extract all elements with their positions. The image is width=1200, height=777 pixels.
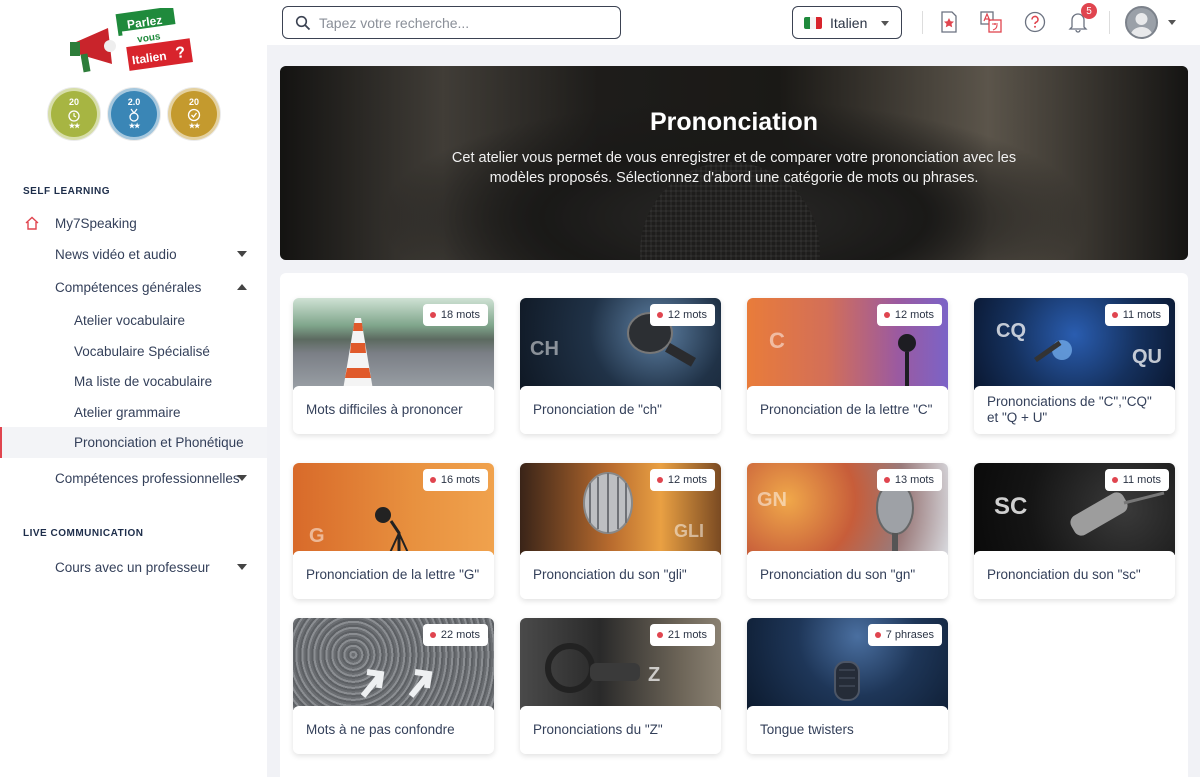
category-card[interactable]: C 12 mots Prononciation de la lettre "C" [747,298,948,434]
category-card[interactable]: 7 phrases Tongue twisters [747,618,948,754]
section-title-self-learning: SELF LEARNING [23,186,111,197]
chevron-down-icon[interactable] [237,564,247,570]
category-card[interactable]: Z 21 mots Prononciations du "Z" [520,618,721,754]
sidebar-subitem-prononciation[interactable]: Prononciation et Phonétique [0,427,267,458]
card-title: Prononciation de la lettre "C" [747,386,948,434]
sidebar-item-label: Prononciation et Phonétique [74,435,244,450]
word-count-badge: 12 mots [649,304,715,326]
badge-stars: ★★ [128,123,141,130]
category-card[interactable]: 18 mots Mots difficiles à prononcer [293,298,494,434]
card-title: Mots à ne pas confondre [293,706,494,754]
section-title-live-communication: LIVE COMMUNICATION [23,528,144,539]
sidebar-subitem-atelier-grammaire[interactable]: Atelier grammaire [0,397,267,427]
chevron-down-icon[interactable] [237,251,247,257]
badge-stars: ★★ [68,123,81,130]
chevron-down-icon[interactable] [237,475,247,481]
language-select[interactable]: Italien [792,6,902,39]
sidebar-subitem-vocabulaire-specialise[interactable]: Vocabulaire Spécialisé [0,336,267,366]
word-count-badge: 18 mots [422,304,488,326]
sidebar-item-label: My7Speaking [55,215,137,231]
sidebar-item-news[interactable]: News vidéo et audio [0,239,267,269]
sidebar-subitem-atelier-vocabulaire[interactable]: Atelier vocabulaire [0,305,267,335]
word-count-badge: 7 phrases [867,624,942,646]
word-count-badge: 12 mots [649,469,715,491]
word-count-badge: 22 mots [422,624,488,646]
sidebar-item-my7speaking[interactable]: My7Speaking [0,208,267,238]
achievement-badge-3[interactable]: 20 ★★ [168,88,220,140]
achievement-badge-2[interactable]: 2.0 ★★ [108,88,160,140]
word-count-badge: 13 mots [876,469,942,491]
category-card[interactable]: 22 mots Mots à ne pas confondre [293,618,494,754]
card-title: Prononciation du son "sc" [974,551,1175,599]
search-icon [295,15,311,30]
help-button[interactable] [1024,11,1046,33]
card-title: Prononciation de "ch" [520,386,721,434]
avatar[interactable] [1125,6,1158,39]
translate-button[interactable] [980,11,1002,33]
parlez-vous-italien-logo[interactable]: Parlez vous Italien ? [68,8,200,82]
sidebar-item-cours-professeur[interactable]: Cours avec un professeur [0,552,267,582]
card-title: Prononciation de la lettre "G" [293,551,494,599]
word-count-badge: 21 mots [649,624,715,646]
search-box[interactable] [282,6,621,39]
badge-number: 20 [68,97,79,107]
card-title: Prononciation du son "gli" [520,551,721,599]
card-title: Mots difficiles à prononcer [293,386,494,434]
help-icon [1024,11,1046,33]
card-title: Prononciation du son "gn" [747,551,948,599]
language-label: Italien [830,14,868,31]
category-grid: 18 mots Mots difficiles à prononcer CH 1… [280,273,1188,777]
sidebar-item-label: Compétences générales [55,279,202,295]
category-card[interactable]: CQ QU 11 mots Prononciations de "C","CQ"… [974,298,1175,434]
word-count-badge: 11 mots [1104,304,1169,326]
sidebar-item-label: Ma liste de vocabulaire [74,373,213,389]
category-card[interactable]: SC 11 mots Prononciation du son "sc" [974,463,1175,599]
check-circle-icon [187,108,201,122]
category-card[interactable]: GLI 12 mots Prononciation du son "gli" [520,463,721,599]
sidebar-item-label: Atelier vocabulaire [74,312,186,328]
chevron-down-icon [881,21,889,26]
sidebar-item-competences-professionnelles[interactable]: Compétences professionnelles [0,463,267,493]
divider [1109,11,1110,34]
page-description: Cet atelier vous permet de vous enregist… [451,150,1017,186]
medal-icon [129,108,139,122]
category-card[interactable]: CH 12 mots Prononciation de "ch" [520,298,721,434]
card-title: Prononciations de "C","CQ" et "Q + U" [974,386,1175,434]
notification-count-badge: 5 [1081,3,1097,19]
topbar: Italien 5 [267,0,1200,45]
chevron-down-icon[interactable] [1168,20,1176,25]
sidebar-item-label: Atelier grammaire [74,404,181,420]
word-count-badge: 12 mots [876,304,942,326]
divider [922,11,923,34]
category-card[interactable]: GN 13 mots Prononciation du son "gn" [747,463,948,599]
star-document-icon [941,11,957,33]
favorites-button[interactable] [938,11,960,33]
sidebar-item-label: News vidéo et audio [55,246,177,262]
italian-flag-icon [804,16,822,29]
hero-banner: Prononciation Cet atelier vous permet de… [280,66,1188,260]
search-input[interactable] [319,14,599,31]
sidebar-item-label: Compétences professionnelles [55,470,240,486]
page-title: Prononciation [649,108,819,136]
word-count-badge: 11 mots [1104,469,1169,491]
badge-number: 2.0 [127,97,141,107]
home-icon [25,216,39,230]
badge-stars: ★★ [188,123,201,130]
sidebar-item-label: Cours avec un professeur [55,559,210,575]
badge-number: 20 [188,97,199,107]
card-title: Tongue twisters [747,706,948,754]
translate-icon [980,11,1002,33]
sidebar-item-label: Vocabulaire Spécialisé [74,343,210,359]
megaphone-icon [70,28,116,73]
category-card[interactable]: G 16 mots Prononciation de la lettre "G" [293,463,494,599]
card-title: Prononciations du "Z" [520,706,721,754]
alarm-clock-icon [68,110,80,122]
user-silhouette-icon [1130,13,1153,37]
sidebar: Parlez vous Italien ? 20 ★★ 2.0 ★★ 20 ★★ [0,0,267,777]
word-count-badge: 16 mots [422,469,488,491]
sidebar-item-competences-generales[interactable]: Compétences générales [0,272,267,302]
chevron-up-icon[interactable] [237,284,247,290]
sidebar-subitem-liste-vocabulaire[interactable]: Ma liste de vocabulaire [0,366,267,396]
achievement-badge-1[interactable]: 20 ★★ [48,88,100,140]
